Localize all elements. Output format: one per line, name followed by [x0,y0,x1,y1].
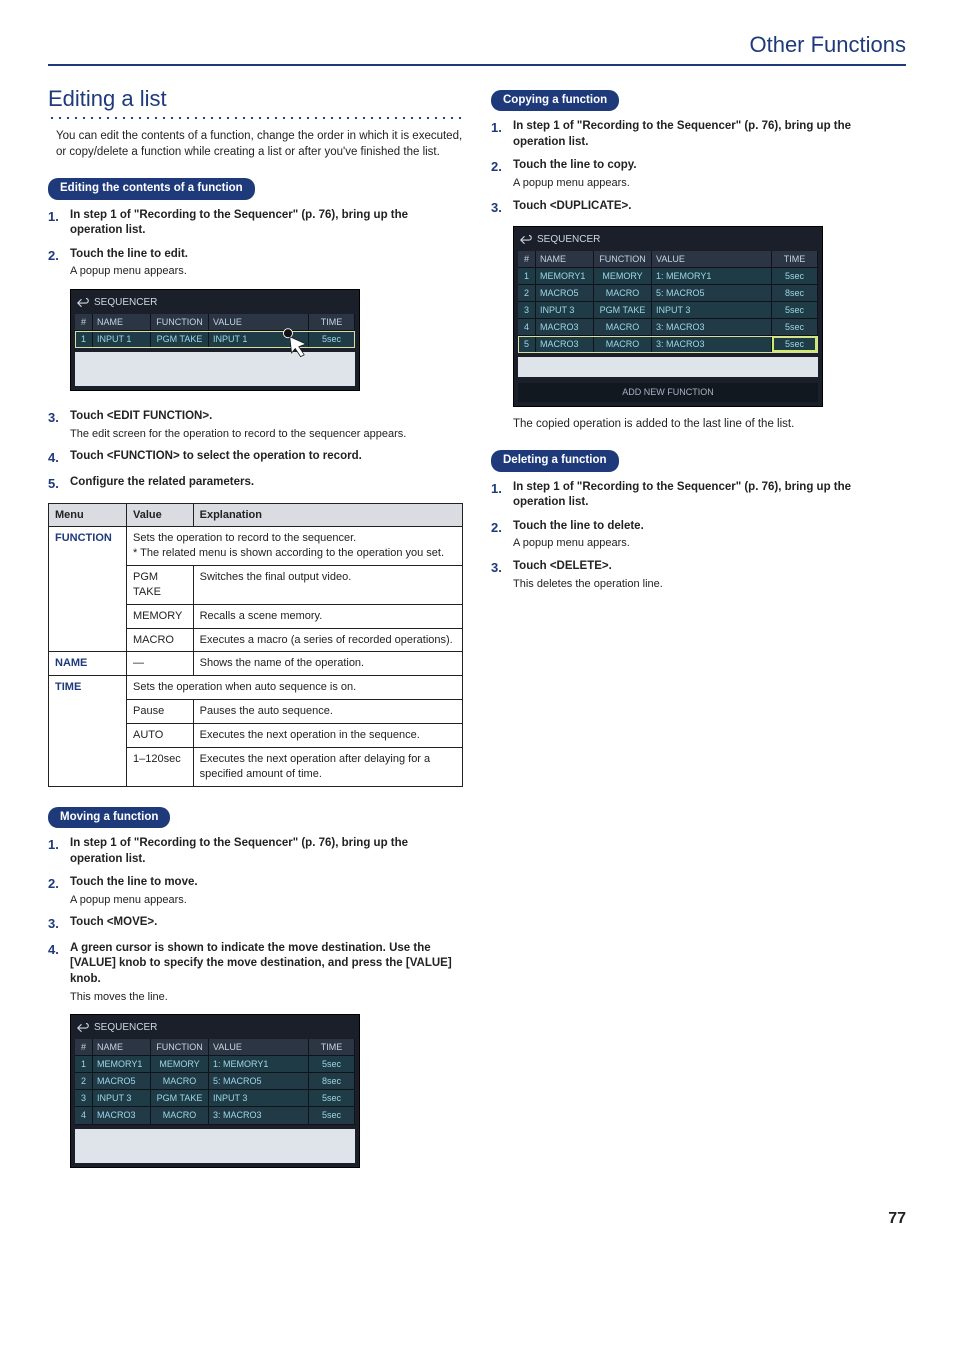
intro-text: You can edit the contents of a function,… [56,129,463,160]
back-arrow-icon [77,1023,89,1033]
page-number: 77 [48,1208,906,1230]
val: — [127,652,194,676]
step-text: Touch <EDIT FUNCTION>. [70,409,463,425]
steps-edit-contents-cont: 3. Touch <EDIT FUNCTION>. The edit scree… [48,409,463,492]
exp: Shows the name of the operation. [193,652,462,676]
step-subtext: The edit screen for the operation to rec… [70,427,463,442]
seq-row: 2MACRO5MACRO5: MACRO58sec [518,285,818,302]
subheading-deleting: Deleting a function [491,450,619,472]
left-column: Editing a list You can edit the contents… [48,84,463,1178]
val: 1–120sec [127,747,194,786]
seq-row: 4MACRO3MACRO3: MACRO35sec [518,319,818,336]
exp: Executes a macro (a series of recorded o… [193,628,462,652]
section-title: Editing a list [48,84,463,114]
menu-function: FUNCTION [49,527,127,652]
sequencer-screenshot-edit: SEQUENCER # NAME FUNCTION VALUE TIME 1 I… [70,289,360,391]
seq-row: 1MEMORY1MEMORY1: MEMORY15sec [75,1056,355,1073]
val: MACRO [127,628,194,652]
seq-row: 3INPUT 3PGM TAKEINPUT 35sec [75,1090,355,1107]
steps-copying: 1. In step 1 of "Recording to the Sequen… [491,119,906,216]
step-number: 1. [48,208,70,226]
val: Pause [127,700,194,724]
seq-row-highlighted: 5MACRO3MACRO3: MACRO35sec [518,336,818,353]
header-category: Other Functions [48,30,906,60]
exp: Pauses the auto sequence. [193,700,462,724]
copy-after-text: The copied operation is added to the las… [513,417,906,433]
function-note: Sets the operation to record to the sequ… [127,527,463,566]
add-new-function: ADD NEW FUNCTION [518,383,818,401]
exp: Executes the next operation in the seque… [193,723,462,747]
back-arrow-icon [77,298,89,308]
step-text: Touch <FUNCTION> to select the operation… [70,449,463,465]
sequencer-title: SEQUENCER [94,296,157,310]
page-header: Other Functions [48,30,906,66]
right-column: Copying a function 1. In step 1 of "Reco… [491,84,906,1178]
step-text: In step 1 of "Recording to the Sequencer… [70,208,463,239]
subheading-copying: Copying a function [491,90,619,112]
step-number: 5. [48,475,70,493]
step-number: 2. [48,247,70,265]
touch-cursor-icon [279,326,315,362]
time-note: Sets the operation when auto sequence is… [127,676,463,700]
parameter-table: Menu Value Explanation FUNCTION Sets the… [48,503,463,787]
steps-deleting: 1. In step 1 of "Recording to the Sequen… [491,480,906,592]
th-value: Value [127,503,194,527]
step-number: 3. [48,409,70,427]
val: PGM TAKE [127,566,194,605]
step-number: 4. [48,449,70,467]
seq-blank-area [75,1129,355,1163]
menu-name: NAME [49,652,127,676]
sequencer-screenshot-move: SEQUENCER # NAME FUNCTION VALUE TIME 1ME… [70,1014,360,1167]
seq-row: 4MACRO3MACRO3: MACRO35sec [75,1107,355,1124]
subheading-edit-contents: Editing the contents of a function [48,178,255,200]
val: AUTO [127,723,194,747]
sequencer-screenshot-copy: SEQUENCER # NAME FUNCTION VALUE TIME 1ME… [513,226,823,406]
step-subtext: A popup menu appears. [70,264,463,279]
exp: Recalls a scene memory. [193,604,462,628]
steps-moving: 1. In step 1 of "Recording to the Sequen… [48,836,463,1004]
exp: Switches the final output video. [193,566,462,605]
th-menu: Menu [49,503,127,527]
menu-time: TIME [49,676,127,786]
step-text: Touch the line to edit. [70,247,463,263]
dotted-rule [48,115,463,121]
steps-edit-contents: 1. In step 1 of "Recording to the Sequen… [48,208,463,279]
val: MEMORY [127,604,194,628]
back-arrow-icon [520,235,532,245]
seq-row: 2MACRO5MACRO5: MACRO58sec [75,1073,355,1090]
seq-row: 1MEMORY1MEMORY1: MEMORY15sec [518,268,818,285]
subheading-moving: Moving a function [48,807,170,829]
step-text: Configure the related parameters. [70,475,463,491]
exp: Executes the next operation after delayi… [193,747,462,786]
seq-row: 3INPUT 3PGM TAKEINPUT 35sec [518,302,818,319]
th-explanation: Explanation [193,503,462,527]
